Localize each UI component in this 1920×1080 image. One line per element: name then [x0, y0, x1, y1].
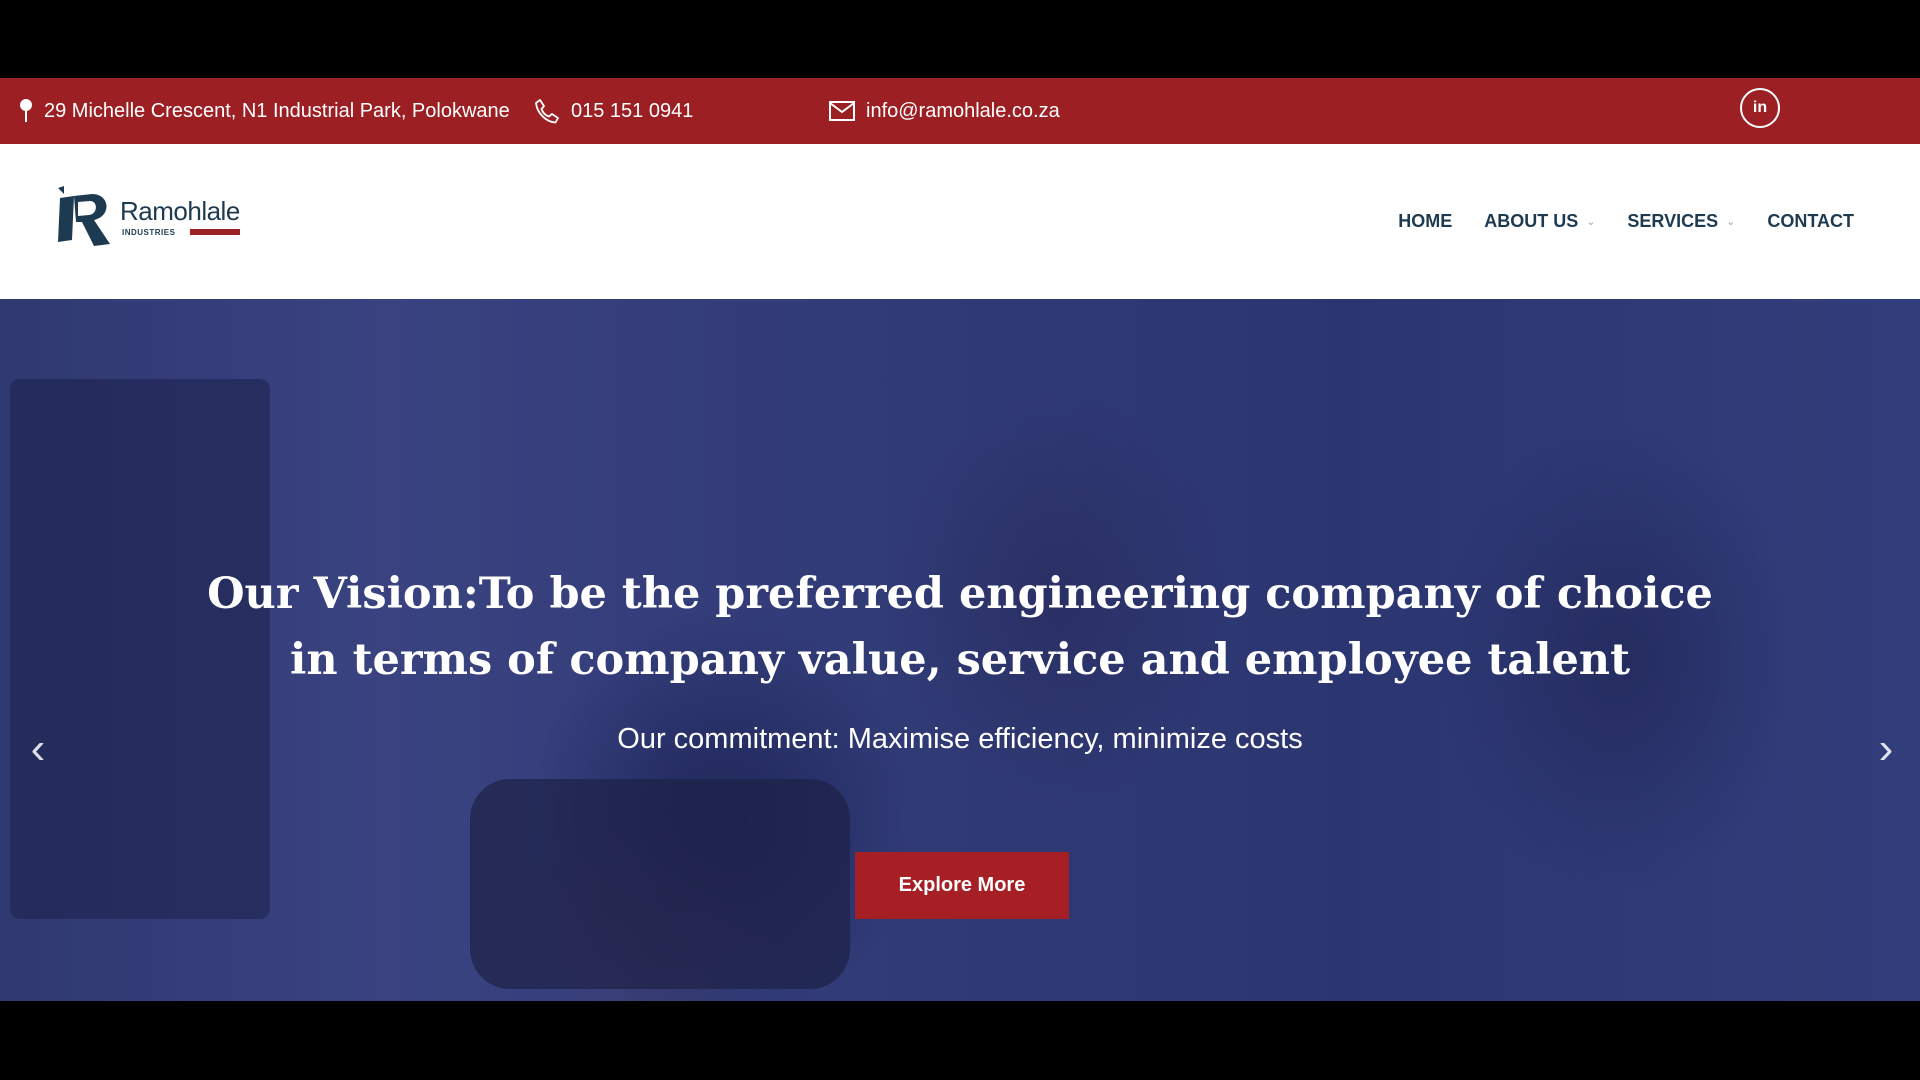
- chevron-down-icon: ⌄: [1726, 216, 1736, 228]
- slider-next-arrow-icon[interactable]: ›: [1866, 719, 1906, 779]
- nav-item-home[interactable]: HOME: [1398, 211, 1452, 232]
- phone-item[interactable]: 015 151 0941: [533, 78, 693, 144]
- nav-item-label: CONTACT: [1767, 211, 1854, 231]
- hero-slider: Our Vision:To be the preferred engineeri…: [0, 299, 1920, 1001]
- logo-r-icon: [58, 186, 110, 246]
- address-item: 29 Michelle Crescent, N1 Industrial Park…: [18, 78, 510, 144]
- phone-icon: [533, 97, 561, 125]
- letterbox-bottom: [0, 1001, 1920, 1080]
- explore-more-button[interactable]: Explore More: [855, 852, 1069, 919]
- company-logo[interactable]: Ramohlale INDUSTRIES: [54, 186, 254, 256]
- letterbox-top: [0, 0, 1920, 78]
- logo-subtitle: INDUSTRIES: [122, 228, 176, 237]
- phone-text[interactable]: 015 151 0941: [571, 100, 693, 123]
- nav-item-about-us[interactable]: ABOUT US ⌄: [1484, 211, 1595, 232]
- map-pin-icon: [18, 98, 34, 124]
- slider-prev-arrow-icon[interactable]: ‹: [18, 719, 58, 779]
- logo-wordmark: Ramohlale: [120, 196, 240, 226]
- nav-item-services[interactable]: SERVICES ⌄: [1627, 211, 1735, 232]
- chevron-down-icon: ⌄: [1586, 216, 1596, 228]
- linkedin-icon[interactable]: in: [1740, 88, 1780, 128]
- envelope-icon: [828, 100, 856, 122]
- logo-red-bar: [190, 229, 240, 235]
- email-item[interactable]: info@ramohlale.co.za: [828, 78, 1060, 144]
- nav-item-contact[interactable]: CONTACT: [1767, 211, 1854, 232]
- address-text: 29 Michelle Crescent, N1 Industrial Park…: [44, 99, 510, 122]
- hero-subtitle: Our commitment: Maximise efficiency, min…: [617, 723, 1303, 755]
- site-header: Ramohlale INDUSTRIES HOME ABOUT US ⌄ SER…: [0, 144, 1920, 299]
- main-nav: HOME ABOUT US ⌄ SERVICES ⌄ CONTACT: [1398, 144, 1854, 299]
- nav-item-label: ABOUT US: [1484, 211, 1579, 231]
- hero-title: Our Vision:To be the preferred engineeri…: [207, 569, 1713, 685]
- top-contact-bar: 29 Michelle Crescent, N1 Industrial Park…: [0, 78, 1920, 144]
- nav-item-label: HOME: [1398, 211, 1453, 231]
- email-text[interactable]: info@ramohlale.co.za: [866, 100, 1060, 123]
- nav-item-label: SERVICES: [1627, 211, 1719, 231]
